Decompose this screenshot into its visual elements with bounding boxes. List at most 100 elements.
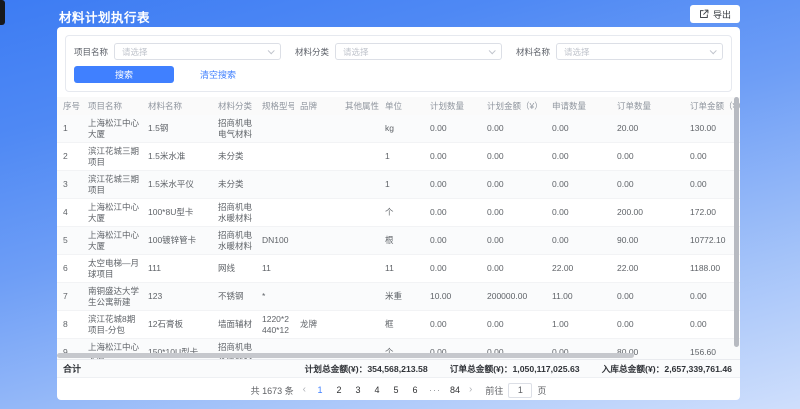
table-header-row: 序号项目名称材料名称材料分类规格型号品牌其他属性单位计划数量计划金额（¥）申请数… (57, 97, 740, 115)
table-cell: 0.00 (481, 311, 546, 338)
page-numbers: 123456 ··· 84 (315, 385, 460, 395)
total-item: 订单总金额(¥)：1,050,117,025.63 (450, 362, 580, 375)
clear-search-link[interactable]: 清空搜索 (200, 68, 236, 81)
column-header: 单位 (379, 97, 424, 115)
table-cell: 滨江花城三期项目 (82, 143, 142, 170)
table-cell: 0.00 (424, 255, 481, 282)
goto-page-input[interactable] (508, 383, 532, 398)
table-cell (339, 311, 379, 338)
table-cell: 0.00 (546, 143, 611, 170)
search-button[interactable]: 搜索 (74, 66, 174, 83)
table-cell: 1220*2440*12 (256, 311, 294, 338)
table-cell (339, 227, 379, 254)
page-number[interactable]: 2 (334, 385, 344, 395)
table-cell: 龙牌 (294, 311, 339, 338)
table-cell: 未分类 (212, 143, 256, 170)
table-cell: 7 (57, 283, 82, 310)
page-number[interactable]: 6 (410, 385, 420, 395)
table-cell: 0.00 (611, 311, 684, 338)
page-number[interactable]: 5 (391, 385, 401, 395)
column-header: 规格型号 (256, 97, 294, 115)
table-cell: 0.00 (611, 171, 684, 198)
select-placeholder: 请选择 (122, 46, 148, 58)
table-cell: 网线 (212, 255, 256, 282)
table-cell: 0.00 (546, 199, 611, 226)
table-cell (256, 171, 294, 198)
table-cell: 0.00 (684, 171, 740, 198)
column-header: 计划数量 (424, 97, 481, 115)
vertical-scrollbar[interactable] (734, 97, 739, 347)
table-cell (294, 143, 339, 170)
table-cell: 8 (57, 311, 82, 338)
table-row: 5上海松江中心大厦100镀锌管卡招商机电水暖材料DN100根0.000.000.… (57, 227, 740, 255)
table-cell: 10772.10 (684, 227, 740, 254)
page-number[interactable]: 84 (450, 385, 460, 395)
filter-label: 项目名称 (74, 46, 108, 58)
page-number[interactable]: 3 (353, 385, 363, 395)
summary-totals: 计划总金额(¥)：354,568,213.58 订单总金额(¥)：1,050,11… (305, 362, 732, 375)
filter-label: 材料分类 (295, 46, 329, 58)
total-label: 计划总金额(¥)： (305, 364, 368, 374)
table-cell: kg (379, 115, 424, 142)
table-row: 4上海松江中心大厦100*8U型卡招商机电水暖材料个0.000.000.0020… (57, 199, 740, 227)
table-cell: 123 (142, 283, 212, 310)
column-header: 材料名称 (142, 97, 212, 115)
table-cell: 0.00 (684, 283, 740, 310)
table-cell: 0.00 (424, 311, 481, 338)
table-cell: * (256, 283, 294, 310)
table-cell: 22.00 (611, 255, 684, 282)
table-cell: 11.00 (546, 283, 611, 310)
page-number[interactable]: 1 (315, 385, 325, 395)
table-cell: 22.00 (546, 255, 611, 282)
prev-page-icon[interactable]: ‹ (303, 385, 306, 395)
table-cell (256, 115, 294, 142)
table-row: 3滨江花城三期项目1.5米水平仪未分类10.000.000.000.000.00 (57, 171, 740, 199)
filter-select[interactable]: 请选择 (556, 43, 723, 60)
table-cell: 0.00 (481, 115, 546, 142)
horizontal-scrollbar[interactable] (57, 353, 634, 358)
table-cell: DN100 (256, 227, 294, 254)
table-cell: 0.00 (424, 143, 481, 170)
table-cell: 1188.00 (684, 255, 740, 282)
table-cell: 上海松江中心大厦 (82, 227, 142, 254)
column-header: 申请数量 (546, 97, 611, 115)
more-pages-icon[interactable]: ··· (429, 385, 441, 395)
table-cell: 4 (57, 199, 82, 226)
filter-select[interactable]: 请选择 (114, 43, 281, 60)
page-number[interactable]: 4 (372, 385, 382, 395)
table-cell: 招商机电水暖材料 (212, 199, 256, 226)
table-cell: 招商机电电气材料 (212, 115, 256, 142)
table-cell (339, 115, 379, 142)
table-cell (339, 171, 379, 198)
next-page-icon[interactable]: › (469, 385, 472, 395)
table-cell: 墙面辅材 (212, 311, 256, 338)
select-placeholder: 请选择 (343, 46, 369, 58)
table-row: 1上海松江中心大厦1.5钢招商机电电气材料kg0.000.000.0020.00… (57, 115, 740, 143)
table-cell: 200.00 (611, 199, 684, 226)
table-cell: 11 (379, 255, 424, 282)
table-cell: 1.5米水准 (142, 143, 212, 170)
goto-label: 前往 (485, 384, 503, 397)
filter-group: 项目名称 请选择 (74, 43, 281, 60)
table-cell (339, 283, 379, 310)
table-cell: 不锈钢 (212, 283, 256, 310)
column-header: 计划金额（¥） (481, 97, 546, 115)
filter-select[interactable]: 请选择 (335, 43, 502, 60)
column-header: 品牌 (294, 97, 339, 115)
drawer-handle[interactable] (0, 0, 5, 25)
table-cell: 0.00 (481, 143, 546, 170)
export-button[interactable]: 导出 (690, 5, 740, 23)
table-cell: 20.00 (611, 115, 684, 142)
total-item: 入库总金额(¥)：2,657,339,761.46 (602, 362, 732, 375)
filter-group: 材料名称请选择 (516, 43, 723, 60)
table-row: 7南铜盛达大学生公寓新建123不锈钢*米重10.00200000.0011.00… (57, 283, 740, 311)
table-cell: 200000.00 (481, 283, 546, 310)
table-cell: 0.00 (481, 199, 546, 226)
total-value: 354,568,213.58 (367, 364, 427, 374)
table-body: 1上海松江中心大厦1.5钢招商机电电气材料kg0.000.000.0020.00… (57, 115, 740, 367)
table-cell: 太空电梯—月球项目 (82, 255, 142, 282)
column-header: 其他属性 (339, 97, 379, 115)
filter-row: 项目名称请选择材料分类请选择材料名称请选择 (74, 43, 723, 60)
table-cell: 3 (57, 171, 82, 198)
table-cell: 1.00 (546, 311, 611, 338)
